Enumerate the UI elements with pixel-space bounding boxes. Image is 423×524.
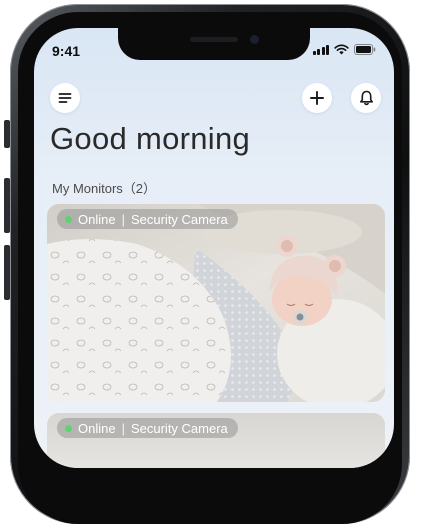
monitors-section-label: My Monitors（2）	[52, 181, 157, 196]
plus-icon	[310, 91, 324, 105]
notch	[118, 28, 310, 60]
speaker-grille	[190, 37, 238, 42]
status-icons	[312, 44, 377, 55]
monitor-status-badge: Online | Security Camera	[57, 209, 238, 229]
badge-separator: |	[121, 420, 125, 436]
camera-preview-image	[47, 204, 385, 402]
bell-icon	[359, 90, 373, 106]
monitor-card[interactable]: Online | Security Camera	[47, 204, 385, 402]
monitor-status-text: Online	[78, 211, 116, 227]
menu-icon	[58, 93, 72, 103]
monitor-card[interactable]: Online | Security Camera	[47, 413, 385, 468]
monitor-name: Security Camera	[130, 420, 228, 436]
monitor-status-badge: Online | Security Camera	[57, 418, 238, 438]
status-time: 9:41	[52, 43, 81, 59]
add-device-button[interactable]	[302, 83, 332, 113]
battery-icon	[354, 44, 376, 55]
front-camera	[250, 35, 259, 44]
app-screen: 9:41 Good morning My Monitors（2） Online …	[34, 28, 394, 468]
online-status-dot	[65, 424, 72, 432]
monitor-status-text: Online	[78, 420, 116, 436]
online-status-dot	[65, 215, 72, 223]
menu-button[interactable]	[50, 83, 80, 113]
badge-separator: |	[121, 211, 125, 227]
notifications-button[interactable]	[351, 83, 381, 113]
wifi-icon	[334, 44, 349, 55]
volume-down-button	[4, 245, 10, 300]
volume-up-button	[4, 178, 10, 233]
greeting-title: Good morning	[50, 121, 251, 156]
monitor-name: Security Camera	[130, 211, 228, 227]
signal-icon	[312, 44, 329, 55]
mute-switch	[4, 120, 10, 148]
